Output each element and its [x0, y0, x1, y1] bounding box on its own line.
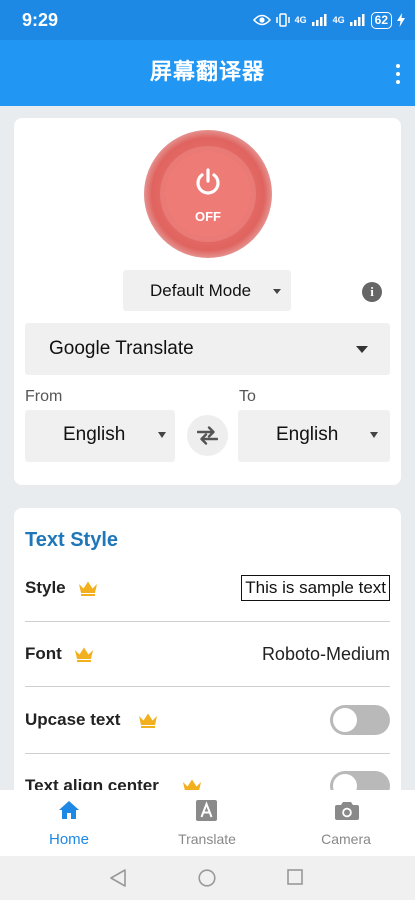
- charging-icon: [397, 13, 405, 27]
- nav-camera[interactable]: Camera: [277, 790, 415, 856]
- network-type: 4G: [294, 15, 307, 25]
- chevron-down-icon: [370, 432, 378, 438]
- to-label: To: [239, 388, 256, 405]
- font-row[interactable]: Font Roboto-Medium: [25, 644, 390, 708]
- network-type-2: 4G: [332, 15, 345, 25]
- status-bar: 9:29 4G 4G 62: [0, 0, 415, 40]
- translator-card: OFF Default Mode i Google Translate From…: [14, 118, 401, 485]
- row-label: Font: [25, 644, 62, 663]
- crown-icon: [139, 713, 157, 728]
- upcase-row: Upcase text: [25, 705, 390, 774]
- mode-dropdown[interactable]: Default Mode: [123, 270, 291, 311]
- home-icon: [59, 801, 79, 819]
- back-icon[interactable]: [110, 869, 126, 887]
- style-preview: This is sample text: [241, 575, 390, 601]
- power-icon: [196, 168, 220, 195]
- section-title: Text Style: [25, 529, 118, 551]
- swap-languages-button[interactable]: [187, 415, 228, 456]
- translate-icon: [196, 800, 217, 821]
- signal-icon-2: [349, 14, 365, 26]
- from-language-value: English: [63, 424, 126, 445]
- text-style-card: Text Style Style This is sample text Fon…: [14, 508, 401, 808]
- nav-camera-label: Camera: [321, 831, 371, 847]
- status-icons: 4G 4G 62: [252, 9, 405, 31]
- engine-dropdown-value: Google Translate: [49, 338, 194, 359]
- row-label: Upcase text: [25, 710, 121, 729]
- style-row[interactable]: Style This is sample text: [25, 575, 390, 642]
- system-navigation-bar: [0, 856, 415, 900]
- font-value: Roboto-Medium: [261, 644, 390, 664]
- swap-icon: [197, 426, 218, 445]
- signal-icon: [311, 14, 327, 26]
- nav-translate-label: Translate: [178, 831, 236, 847]
- toggle-knob: [333, 708, 357, 732]
- upcase-toggle[interactable]: [330, 705, 390, 735]
- chevron-down-icon: [158, 432, 166, 438]
- chevron-down-icon: [273, 289, 281, 294]
- from-language-dropdown[interactable]: English: [25, 410, 175, 462]
- status-time: 9:29: [22, 10, 59, 30]
- vibrate-icon: [275, 13, 290, 27]
- to-language-value: English: [276, 424, 339, 445]
- nav-home-label: Home: [48, 831, 89, 848]
- engine-dropdown[interactable]: Google Translate: [25, 323, 390, 375]
- nav-translate[interactable]: Translate: [138, 790, 276, 856]
- crown-icon: [79, 581, 97, 596]
- chevron-down-icon: [356, 346, 368, 353]
- app-bar: 屏幕翻译器: [0, 40, 415, 106]
- divider: [25, 753, 390, 754]
- bottom-navigation: Home Translate Camera: [0, 790, 415, 856]
- recents-icon[interactable]: [287, 869, 303, 885]
- nav-home[interactable]: Home: [0, 790, 138, 856]
- mode-dropdown-value: Default Mode: [150, 281, 252, 300]
- divider: [25, 686, 390, 687]
- app-title: 屏幕翻译器: [149, 59, 265, 84]
- camera-icon: [335, 802, 359, 820]
- eye-icon: [252, 14, 271, 26]
- overflow-menu-icon[interactable]: [394, 64, 402, 86]
- crown-icon: [75, 647, 93, 662]
- power-state-label: OFF: [195, 209, 221, 224]
- home-circle-icon[interactable]: [198, 869, 216, 887]
- battery-level: 62: [370, 11, 392, 29]
- from-label: From: [25, 388, 63, 405]
- divider: [25, 621, 390, 622]
- to-language-dropdown[interactable]: English: [238, 410, 390, 462]
- info-icon[interactable]: i: [362, 282, 382, 302]
- row-label: Style: [25, 578, 66, 597]
